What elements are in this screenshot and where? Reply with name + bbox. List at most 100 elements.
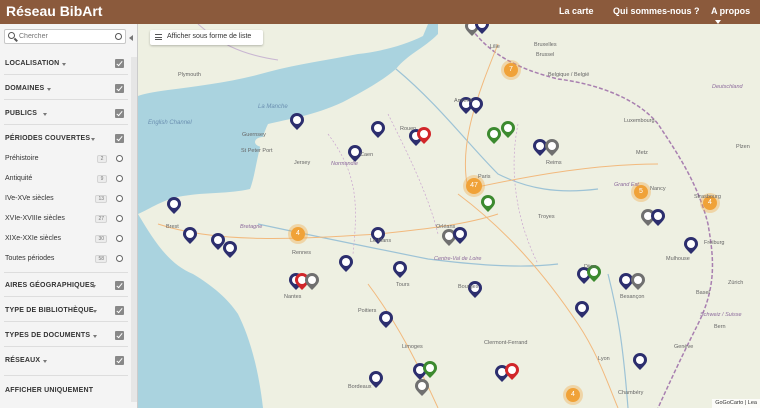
section-type-bibliotheque[interactable]: TYPE DE BIBLIOTHÈQUE: [0, 303, 130, 319]
section-label: TYPES DE DOCUMENTS: [5, 332, 91, 339]
section-localisation[interactable]: LOCALISATION: [0, 56, 130, 72]
place-label: St Peter Port: [241, 148, 273, 154]
section-checkbox[interactable]: [115, 281, 124, 290]
divider: [4, 321, 128, 322]
section-checkbox[interactable]: [115, 331, 124, 340]
place-label: Bretagne: [240, 224, 263, 230]
place-label: Dijon: [584, 264, 597, 270]
place-label: Genève: [674, 344, 694, 350]
period-count: 58: [95, 255, 107, 263]
period-label: XVIe-XVIIIe siècles: [5, 215, 65, 222]
section-publics[interactable]: PUBLICS: [0, 106, 130, 122]
section-label: LOCALISATION: [5, 60, 60, 67]
period-label: XIXe-XXIe siècles: [5, 235, 62, 242]
section-checkbox[interactable]: [115, 306, 124, 315]
place-label: Bordeaux: [348, 384, 372, 390]
section-checkbox[interactable]: [115, 134, 124, 143]
place-label: Besançon: [620, 294, 645, 300]
period-radio[interactable]: [116, 175, 123, 182]
place-label: Bruxelles: [534, 42, 557, 48]
period-label: IVe-XVe siècles: [5, 195, 54, 202]
place-label: Plymouth: [178, 72, 201, 78]
place-label: Chambéry: [618, 390, 644, 396]
place-label: Caen: [360, 152, 374, 158]
nav-about-dropdown[interactable]: A propos: [711, 6, 760, 26]
collapse-sidebar-button[interactable]: [128, 33, 136, 43]
map-attribution[interactable]: GoGoCarto | Lea: [712, 399, 760, 408]
map-canvas: [138, 24, 714, 408]
period-radio[interactable]: [116, 215, 123, 222]
place-label: Tours: [396, 282, 410, 288]
period-count: 30: [95, 235, 107, 243]
place-label: Lille: [490, 44, 500, 50]
place-label: Grand Est: [614, 182, 639, 188]
period-filter-item[interactable]: Toutes périodes 58: [0, 251, 130, 267]
chevron-down-icon: [91, 138, 95, 141]
chevron-down-icon: [47, 88, 51, 91]
place-label: Freiburg: [704, 240, 725, 246]
place-label: Guernsey: [242, 132, 266, 138]
section-checkbox[interactable]: [115, 84, 124, 93]
place-label: Le Mans: [370, 238, 392, 244]
place-label: Troyes: [538, 214, 555, 220]
search-box: [4, 29, 126, 44]
section-domaines[interactable]: DOMAINES: [0, 81, 130, 97]
period-filter-item[interactable]: XVIe-XVIIIe siècles 27: [0, 211, 130, 227]
nav-about-us-link[interactable]: Qui sommes-nous ?: [613, 6, 700, 16]
period-count: 2: [97, 155, 107, 163]
place-label: Metz: [636, 150, 648, 156]
section-label: AFFICHER UNIQUEMENT: [5, 387, 94, 394]
section-checkbox[interactable]: [115, 59, 124, 68]
cluster-badge[interactable]: 4: [566, 388, 580, 402]
list-icon: [155, 34, 162, 40]
place-label: Poitiers: [358, 308, 377, 314]
section-aires-geographiques[interactable]: AIRES GÉOGRAPHIQUES: [0, 278, 130, 294]
sidebar-scrollbar[interactable]: [131, 57, 137, 402]
cluster-badge[interactable]: 47: [466, 178, 482, 194]
period-radio[interactable]: [116, 195, 123, 202]
period-radio[interactable]: [116, 255, 123, 262]
place-label: Brussel: [536, 52, 555, 58]
geolocate-icon[interactable]: [115, 33, 122, 40]
place-label: Zürich: [728, 280, 744, 286]
section-reseaux[interactable]: RÉSEAUX: [0, 353, 130, 369]
section-types-documents[interactable]: TYPES DE DOCUMENTS: [0, 328, 130, 344]
place-label: Limoges: [402, 344, 423, 350]
top-navbar: Réseau BibArt La carte Qui sommes-nous ?…: [0, 0, 760, 24]
period-radio[interactable]: [116, 235, 123, 242]
search-input[interactable]: [19, 31, 115, 42]
section-checkbox[interactable]: [115, 356, 124, 365]
nav-map-link[interactable]: La carte: [559, 6, 594, 16]
divider: [4, 124, 128, 125]
place-label: Clermont-Ferrand: [484, 340, 528, 346]
section-label: AIRES GÉOGRAPHIQUES: [5, 282, 95, 289]
place-label: Reims: [546, 160, 562, 166]
map-view[interactable]: 7 47 4 5 4 4 Plymouth Guernsey St Peter …: [138, 24, 760, 408]
section-label: PÉRIODES COUVERTES: [5, 135, 91, 142]
show-only-section[interactable]: AFFICHER UNIQUEMENT: [0, 383, 130, 399]
sea-area: [138, 214, 263, 408]
section-checkbox[interactable]: [115, 109, 124, 118]
place-label: Deutschland: [712, 84, 743, 90]
period-filter-item[interactable]: XIXe-XXIe siècles 30: [0, 231, 130, 247]
period-filter-item[interactable]: IVe-XVe siècles 13: [0, 191, 130, 207]
list-view-label: Afficher sous forme de liste: [167, 33, 252, 40]
place-label: Nantes: [284, 294, 302, 300]
cluster-badge[interactable]: 7: [504, 63, 518, 77]
jersey-island: [274, 160, 292, 168]
cluster-badge[interactable]: 4: [291, 227, 305, 241]
period-count: 27: [95, 215, 107, 223]
period-filter-item[interactable]: Antiquité 9: [0, 171, 130, 187]
list-view-button[interactable]: Afficher sous forme de liste: [150, 30, 263, 45]
divider: [4, 375, 128, 376]
site-brand[interactable]: Réseau BibArt: [6, 3, 102, 19]
period-count: 13: [95, 195, 107, 203]
section-label: PUBLICS: [5, 110, 38, 117]
period-filter-item[interactable]: Préhistoire 2: [0, 151, 130, 167]
period-radio[interactable]: [116, 155, 123, 162]
section-label: RÉSEAUX: [5, 357, 41, 364]
chevron-down-icon: [62, 63, 66, 66]
section-periodes[interactable]: PÉRIODES COUVERTES: [0, 131, 130, 147]
sea-label: La Manche: [258, 104, 288, 110]
place-label: Belgique / België: [548, 72, 590, 78]
